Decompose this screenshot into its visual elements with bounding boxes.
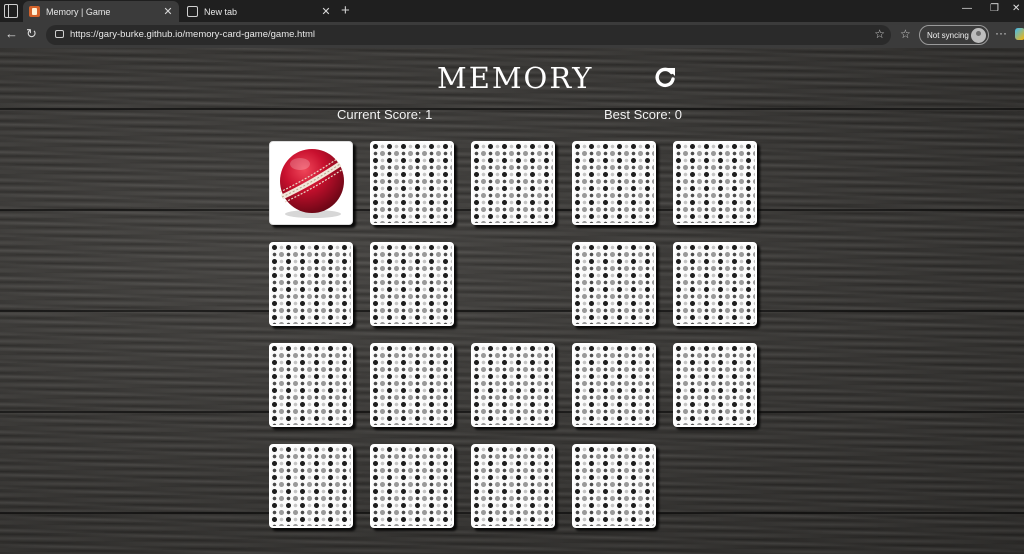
back-arrow-icon[interactable]: ← bbox=[5, 27, 18, 41]
best-score: Best Score: 0 bbox=[604, 107, 683, 122]
card-face-down[interactable] bbox=[572, 242, 656, 326]
copilot-icon[interactable] bbox=[1015, 28, 1024, 40]
refresh-icon[interactable] bbox=[652, 65, 678, 91]
card-face-down[interactable] bbox=[673, 343, 757, 427]
card-face-down[interactable] bbox=[269, 444, 353, 528]
tab-new-tab[interactable]: New tab ✕ bbox=[181, 1, 337, 22]
tab-memory-game[interactable]: Memory | Game ✕ bbox=[23, 1, 179, 22]
card-face-down[interactable] bbox=[471, 141, 555, 225]
card-face-down[interactable] bbox=[370, 444, 454, 528]
tab-title: New tab bbox=[204, 6, 238, 17]
memory-game-favicon-icon bbox=[29, 6, 40, 17]
card-face-down[interactable] bbox=[269, 343, 353, 427]
address-input[interactable]: https://gary-burke.github.io/memory-card… bbox=[46, 25, 891, 45]
card-face-down[interactable] bbox=[370, 343, 454, 427]
restore-icon[interactable]: ❐ bbox=[990, 3, 999, 14]
card-face-down[interactable] bbox=[370, 141, 454, 225]
card-face-down[interactable] bbox=[673, 141, 757, 225]
close-tab-icon[interactable]: ✕ bbox=[161, 5, 175, 18]
card-face-down[interactable] bbox=[673, 242, 757, 326]
profile-sync-button[interactable]: Not syncing bbox=[919, 25, 989, 45]
page-title: MEMORY bbox=[437, 61, 594, 95]
card-face-down[interactable] bbox=[269, 242, 353, 326]
favorite-star-icon[interactable]: ☆ bbox=[874, 27, 885, 41]
lock-icon bbox=[55, 30, 64, 38]
favorites-icon[interactable]: ☆ bbox=[900, 27, 911, 41]
profile-sync-label: Not syncing bbox=[927, 30, 969, 40]
avatar bbox=[971, 28, 986, 43]
card-face-up[interactable] bbox=[269, 141, 353, 225]
card-face-down[interactable] bbox=[471, 444, 555, 528]
url-text: https://gary-burke.github.io/memory-card… bbox=[70, 29, 315, 40]
new-tab-favicon-icon bbox=[187, 6, 198, 17]
close-window-icon[interactable]: ✕ bbox=[1012, 3, 1020, 14]
card-face-down[interactable] bbox=[572, 141, 656, 225]
game-page: MEMORY Current Score: 1 Best Score: 0 bbox=[0, 48, 1024, 554]
more-menu-icon[interactable]: ··· bbox=[995, 26, 1007, 40]
new-tab-plus-icon[interactable]: + bbox=[341, 2, 350, 20]
tab-actions-icon[interactable] bbox=[4, 4, 18, 18]
cricket-ball-icon bbox=[270, 142, 352, 224]
browser-tab-bar: Memory | Game ✕ New tab ✕ + — ❐ ✕ bbox=[0, 0, 1024, 22]
minimize-icon[interactable]: — bbox=[962, 3, 972, 14]
current-score: Current Score: 1 bbox=[337, 107, 433, 122]
reload-icon[interactable]: ↻ bbox=[26, 27, 37, 41]
address-bar-row: ← ↻ https://gary-burke.github.io/memory-… bbox=[0, 22, 1024, 48]
card-face-down[interactable] bbox=[572, 343, 656, 427]
card-face-down[interactable] bbox=[471, 343, 555, 427]
close-tab-icon[interactable]: ✕ bbox=[319, 5, 333, 18]
card-face-down[interactable] bbox=[572, 444, 656, 528]
card-face-down[interactable] bbox=[370, 242, 454, 326]
tab-title: Memory | Game bbox=[46, 6, 111, 17]
